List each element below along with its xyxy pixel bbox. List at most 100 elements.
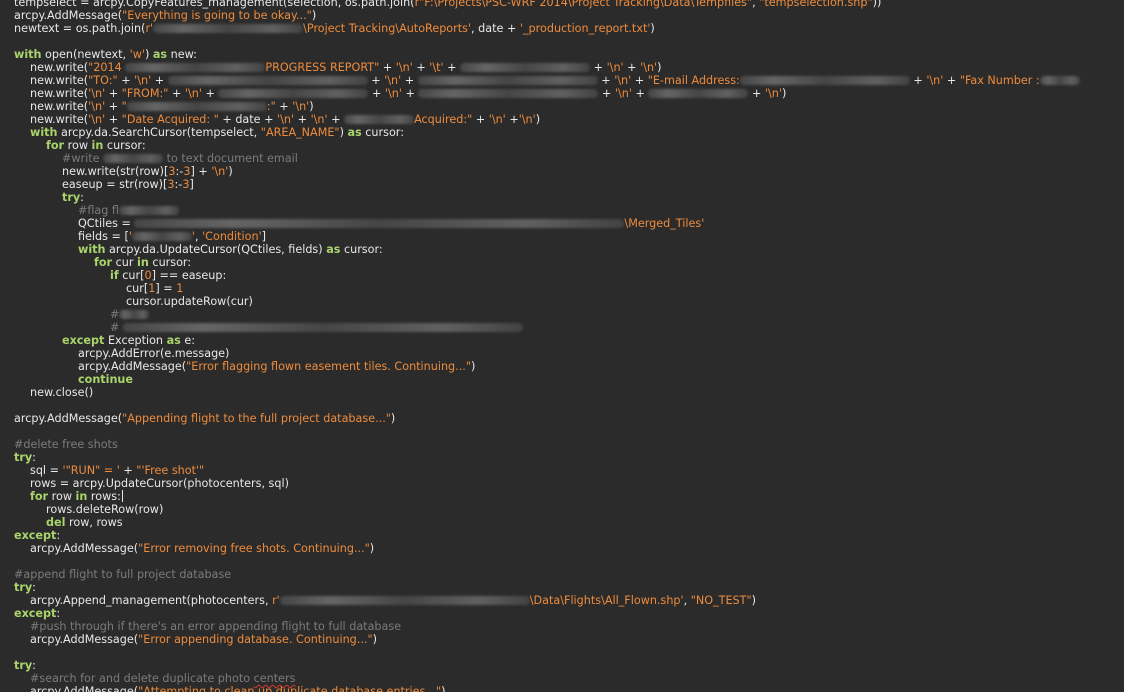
code-line[interactable]: arcpy.AddError(e.message) xyxy=(78,347,229,360)
code-text: + xyxy=(943,74,960,87)
string-literal: "Date Acquired: " xyxy=(121,113,219,126)
comment: to text document email xyxy=(163,152,298,165)
redacted-text xyxy=(134,219,625,228)
code-line[interactable]: sql = '"RUN" = ' + "'Free shot'" xyxy=(30,464,204,477)
code-line[interactable]: with open(newtext, 'w') as new: xyxy=(14,48,197,61)
code-line[interactable]: with arcpy.da.SearchCursor(tempselect, "… xyxy=(30,126,404,139)
keyword: with xyxy=(14,48,42,61)
code-line[interactable]: #delete free shots xyxy=(14,438,118,451)
redacted-text xyxy=(119,310,150,319)
code-text: e: xyxy=(180,334,195,347)
code-text: rows = arcpy.UpdateCursor(photocenters, … xyxy=(30,477,289,490)
code-line[interactable]: except Exception as e: xyxy=(62,334,195,347)
code-line[interactable]: try: xyxy=(14,581,36,594)
code-line[interactable]: easeup = str(row)[3:-3] xyxy=(62,178,194,191)
code-text: + xyxy=(151,74,168,87)
code-line[interactable]: del row, rows xyxy=(46,516,123,529)
code-line[interactable]: arcpy.AddMessage("Error flagging flown e… xyxy=(78,360,475,373)
code-text: rows: xyxy=(87,490,121,503)
code-line[interactable]: arcpy.Append_management(photocenters, r'… xyxy=(30,594,756,607)
code-line[interactable]: for row in cursor: xyxy=(46,139,146,152)
code-text: ] == easeup: xyxy=(151,269,227,282)
code-text: cursor: xyxy=(103,139,146,152)
code-line[interactable]: tempselect = arcpy.CopyFeatures_manageme… xyxy=(14,0,881,9)
code-text: , date + xyxy=(471,22,520,35)
text-cursor xyxy=(121,490,123,502)
code-text: new.write( xyxy=(30,87,89,100)
code-text: arcpy.AddMessage( xyxy=(14,412,123,425)
code-line[interactable]: arcpy.AddMessage("Error appending databa… xyxy=(30,633,377,646)
string-literal: r"F:\Projects\PSC-WRF 2014\Project Track… xyxy=(414,0,753,9)
code-line[interactable]: arcpy.AddMessage("Appending flight to th… xyxy=(14,412,395,425)
code-line[interactable]: arcpy.AddMessage("Everything is going to… xyxy=(14,9,316,22)
code-text: + xyxy=(631,74,648,87)
code-line[interactable]: #flag fl xyxy=(78,204,179,217)
code-line[interactable]: #write to text document email xyxy=(62,152,298,165)
code-line[interactable]: rows = arcpy.UpdateCursor(photocenters, … xyxy=(30,477,289,490)
code-line[interactable]: new.write('\n' + "Date Acquired: " + dat… xyxy=(30,113,540,126)
code-line[interactable]: arcpy.AddMessage("Attempting to clean up… xyxy=(30,685,446,692)
code-line[interactable]: # xyxy=(110,321,523,334)
code-line[interactable]: with arcpy.da.UpdateCursor(QCtiles, fiel… xyxy=(78,243,383,256)
code-text: ) xyxy=(228,165,233,178)
code-line[interactable]: #push through if there's an error append… xyxy=(30,620,401,633)
string-literal: '\n' xyxy=(88,113,106,126)
code-line[interactable]: #append flight to full project database xyxy=(14,568,231,581)
comment: #search for and delete duplicate photo xyxy=(30,672,254,685)
code-line[interactable]: new.write('\n' + ":" + '\n') xyxy=(30,100,314,113)
code-line[interactable]: arcpy.AddMessage("Error removing free sh… xyxy=(30,542,374,555)
code-text: new.close() xyxy=(30,386,94,399)
keyword: in xyxy=(75,490,88,503)
code-text: + xyxy=(623,61,641,74)
keyword: as xyxy=(326,243,341,256)
code-line[interactable]: #search for and delete duplicate photo c… xyxy=(30,672,295,685)
code-line[interactable]: cursor.updateRow(cur) xyxy=(126,295,253,308)
code-text: + xyxy=(201,87,219,100)
code-text: + xyxy=(117,74,135,87)
redacted-text xyxy=(279,596,530,605)
code-line[interactable]: new.write("2014 PROGRESS REPORT" + '\n' … xyxy=(30,61,662,74)
code-line[interactable]: new.write('\n' + "FROM:" + '\n' + + '\n'… xyxy=(30,87,786,100)
code-text: arcpy.AddMessage( xyxy=(30,685,139,692)
code-line[interactable]: if cur[0] == easeup: xyxy=(110,269,226,282)
code-text: ) xyxy=(650,22,655,35)
code-text: ) xyxy=(441,685,446,692)
code-line[interactable]: continue xyxy=(78,373,133,386)
string-literal: \Data\Flights\All_Flown.shp' xyxy=(529,594,684,607)
code-text: arcpy.AddMessage( xyxy=(14,9,123,22)
string-literal: '\n' xyxy=(395,61,413,74)
code-line[interactable]: cur[1] = 1 xyxy=(126,282,183,295)
code-line[interactable]: QCtiles = \Merged_Tiles' xyxy=(78,217,704,230)
code-line[interactable]: try: xyxy=(62,191,84,204)
code-text: + xyxy=(590,61,607,74)
code-text: ) xyxy=(390,412,396,425)
code-line[interactable]: fields = [' ', 'Condition'] xyxy=(78,230,266,243)
code-line[interactable]: for cur in cursor: xyxy=(94,256,191,269)
redacted-text xyxy=(103,154,164,163)
comment: # xyxy=(110,321,123,334)
code-line[interactable]: try: xyxy=(14,659,36,672)
code-line[interactable]: new.write("TO:" + '\n' + + '\n' + + '\n'… xyxy=(30,74,1080,87)
code-text: Exception xyxy=(104,334,167,347)
code-editor[interactable]: tempselect = arcpy.CopyFeatures_manageme… xyxy=(0,0,1124,692)
code-text: ) xyxy=(657,61,662,74)
redacted-text xyxy=(648,89,749,98)
code-line[interactable]: newtext = os.path.join(r' \Project Tracki… xyxy=(14,22,655,35)
code-line[interactable]: except: xyxy=(14,607,60,620)
code-line[interactable]: # xyxy=(110,308,150,321)
code-line[interactable]: try: xyxy=(14,451,36,464)
code-line[interactable]: new.write(str(row)[3:-3] + '\n') xyxy=(62,165,233,178)
comment: #append flight to full project database xyxy=(14,568,232,581)
code-line[interactable]: rows.deleteRow(row) xyxy=(46,503,163,516)
keyword: continue xyxy=(78,373,133,386)
string-literal: '\n' xyxy=(764,87,782,100)
redacted-text xyxy=(122,323,523,332)
redacted-text xyxy=(131,232,192,241)
code-line[interactable]: for row in rows: xyxy=(30,490,124,503)
code-text: tempselect = arcpy.CopyFeatures_manageme… xyxy=(14,0,415,9)
code-text: row, rows xyxy=(65,516,123,529)
code-line[interactable]: except: xyxy=(14,529,60,542)
code-text: new.write( xyxy=(30,74,89,87)
string-literal: r' xyxy=(272,594,280,607)
code-line[interactable]: new.close() xyxy=(30,386,93,399)
